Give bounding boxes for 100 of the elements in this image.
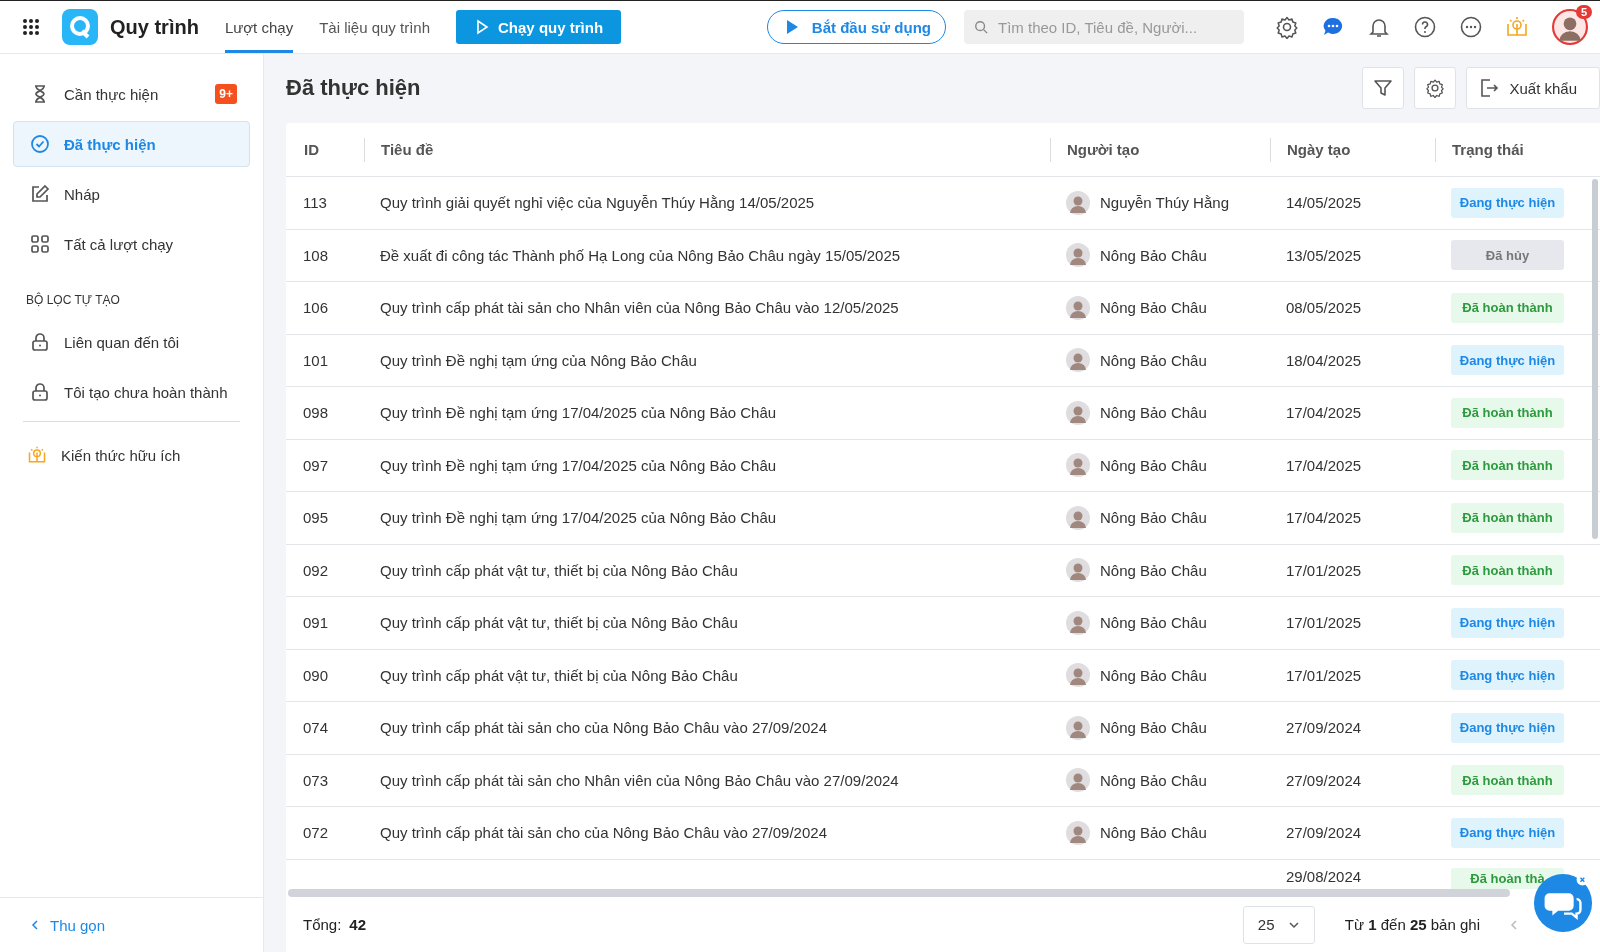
lightbulb-book-icon xyxy=(27,445,47,465)
table-cell: 08/05/2025 xyxy=(1286,299,1362,317)
play-icon xyxy=(474,19,491,35)
table-cell: Nông Bảo Châu xyxy=(1100,509,1207,527)
table-cell: 097 xyxy=(303,456,329,474)
status-badge: Đang thực hiện xyxy=(1451,345,1564,376)
page-size-select[interactable]: 25 xyxy=(1242,905,1315,944)
status-badge: Đang thực hiện xyxy=(1451,817,1564,848)
table-cell[interactable]: Quy trình Đề nghị tạm ứng 17/04/2025 của Nông Bảo Châu xyxy=(380,404,777,422)
apps-grid-icon[interactable] xyxy=(22,18,40,36)
sidebar-label: Liên quan đến tôi xyxy=(64,333,181,351)
search-field[interactable]: Tìm theo ID, Tiêu đề, Người... xyxy=(996,17,1234,37)
table-cell: Nông Bảo Châu xyxy=(1100,299,1207,317)
table-cell: 092 xyxy=(303,561,329,579)
table-cell: Nông Bảo Châu xyxy=(1100,824,1207,842)
table-cell: Nông Bảo Châu xyxy=(1100,404,1207,422)
app-name: Quy trình xyxy=(110,15,199,39)
avatar xyxy=(1066,610,1090,635)
sidebar-label: Kiến thức hữu ích xyxy=(61,446,182,464)
sidebar-item[interactable]: Nháp xyxy=(13,171,250,217)
avatar xyxy=(1066,400,1090,425)
table-cell[interactable]: Quy trình cấp phát tài sản cho của Nông Bảo Châu vào 27/09/2024 xyxy=(380,719,827,737)
table-cell: 17/04/2025 xyxy=(1286,404,1362,422)
table-cell: 17/01/2025 xyxy=(1286,561,1362,579)
avatar xyxy=(1066,348,1090,373)
get-started-button[interactable]: Bắt đầu sử dụng xyxy=(766,10,946,44)
table-cell: 073 xyxy=(303,771,329,789)
avatar xyxy=(1066,453,1090,478)
table-cell: 14/05/2025 xyxy=(1286,194,1362,212)
user-avatar[interactable] xyxy=(1552,9,1588,45)
table-cell: Nông Bảo Châu xyxy=(1100,246,1207,264)
check-circle-icon xyxy=(30,134,50,154)
status-badge: Đã hủy xyxy=(1451,240,1564,271)
search-box[interactable]: Tìm theo ID, Tiêu đề, Người... xyxy=(964,10,1244,44)
settings-icon[interactable] xyxy=(1275,15,1299,39)
status-badge: Đã hoàn thành xyxy=(1451,450,1564,481)
horizontal-scrollbar[interactable] xyxy=(288,889,1510,897)
table-cell: 17/04/2025 xyxy=(1286,509,1362,527)
section-title: BỘ LỌC TỰ TẠO xyxy=(26,293,121,307)
more-icon[interactable] xyxy=(1459,15,1483,39)
table-cell[interactable]: Đề xuất đi công tác Thành phố Hạ Long của Nông Bảo Châu ngày 15/05/2025 xyxy=(380,246,901,264)
table-cell: 108 xyxy=(303,246,329,264)
table-cell[interactable]: Quy trình cấp phát vật tư, thiết bị của Nông Bảo Châu xyxy=(380,614,738,632)
column-header: Người tạo xyxy=(1067,141,1140,158)
table-cell: 13/05/2025 xyxy=(1286,246,1362,264)
table-cell[interactable]: Quy trình Đề nghị tạm ứng 17/04/2025 của Nông Bảo Châu xyxy=(380,456,777,474)
status-badge: Đang thực hiện xyxy=(1451,712,1564,743)
status-badge: Đang thực hiện xyxy=(1451,607,1564,638)
notification-badge: 5 xyxy=(1575,5,1592,19)
status-badge: Đang thực hiện xyxy=(1451,187,1564,218)
avatar xyxy=(1066,558,1090,583)
table-cell: 113 xyxy=(303,194,327,212)
column-header: Trạng thái xyxy=(1452,141,1524,158)
table-cell: Nông Bảo Châu xyxy=(1100,456,1207,474)
sidebar-item[interactable]: Liên quan đến tôi xyxy=(13,319,250,365)
scrollbar[interactable] xyxy=(1592,179,1598,539)
export-button[interactable]: Xuất khẩu xyxy=(1466,67,1600,109)
filter-button[interactable] xyxy=(1362,67,1405,109)
app-logo-icon xyxy=(62,9,98,45)
avatar xyxy=(1066,715,1090,740)
table-cell[interactable]: Quy trình Đề nghị tạm ứng 17/04/2025 của Nông Bảo Châu xyxy=(380,509,777,527)
sidebar-item[interactable]: Tôi tạo chưa hoàn thành xyxy=(13,369,250,415)
table-cell[interactable]: Quy trình giải quyết nghỉ việc của Nguyễn Thúy Hằng 14/05/2025 xyxy=(380,194,815,212)
table-cell: 17/01/2025 xyxy=(1286,666,1362,684)
table-cell: 17/04/2025 xyxy=(1286,456,1362,474)
lock-icon xyxy=(30,382,50,402)
status-badge: Đã hoàn thành xyxy=(1451,765,1564,796)
nav-tab[interactable]: Tài liệu quy trình xyxy=(319,1,431,53)
table-cell: 098 xyxy=(303,404,329,422)
table-cell[interactable]: Quy trình cấp phát tài sản cho Nhân viên của Nông Bảo Châu vào 27/09/2024 xyxy=(380,771,899,789)
table-cell: 29/08/2024 xyxy=(1286,867,1362,885)
table-cell: 090 xyxy=(303,666,329,684)
chevron-left-icon xyxy=(30,920,40,930)
grid-icon xyxy=(30,234,50,254)
table-cell: Nông Bảo Châu xyxy=(1100,719,1207,737)
sidebar-item[interactable]: Tất cả lượt chạy xyxy=(13,221,250,267)
search-icon xyxy=(974,20,988,34)
sidebar-item[interactable]: Cần thực hiện 9+ xyxy=(13,71,250,117)
status-badge: Đang thực hiện xyxy=(1451,660,1564,691)
avatar xyxy=(1066,295,1090,320)
sidebar-item[interactable]: Kiến thức hữu ích xyxy=(13,432,250,478)
table-cell: Nông Bảo Châu xyxy=(1100,561,1207,579)
table-cell: Nông Bảo Châu xyxy=(1100,351,1207,369)
help-icon[interactable] xyxy=(1413,15,1437,39)
table-cell[interactable]: Quy trình cấp phát tài sản cho của Nông Bảo Châu vào 27/09/2024 xyxy=(380,824,827,842)
column-header: Ngày tạo xyxy=(1287,141,1351,158)
table-cell[interactable]: Quy trình cấp phát tài sản cho Nhân viên của Nông Bảo Châu vào 12/05/2025 xyxy=(380,299,899,317)
avatar xyxy=(1066,768,1090,793)
avatar xyxy=(1066,820,1090,845)
table-cell[interactable]: Quy trình cấp phát vật tư, thiết bị của Nông Bảo Châu xyxy=(380,561,738,579)
table-cell[interactable]: Quy trình cấp phát vật tư, thiết bị của Nông Bảo Châu xyxy=(380,666,738,684)
avatar xyxy=(1066,243,1090,268)
table-cell: 101 xyxy=(303,351,329,369)
table-cell: 074 xyxy=(303,719,329,737)
table-cell: 17/01/2025 xyxy=(1286,614,1362,632)
table-cell[interactable]: Quy trình Đề nghị tạm ứng của Nông Bảo Châu xyxy=(380,351,697,369)
status-badge: Đã hoàn thành xyxy=(1451,397,1564,428)
settings-button[interactable] xyxy=(1414,67,1457,109)
table-cell: Nông Bảo Châu xyxy=(1100,666,1207,684)
avatar xyxy=(1066,505,1090,530)
